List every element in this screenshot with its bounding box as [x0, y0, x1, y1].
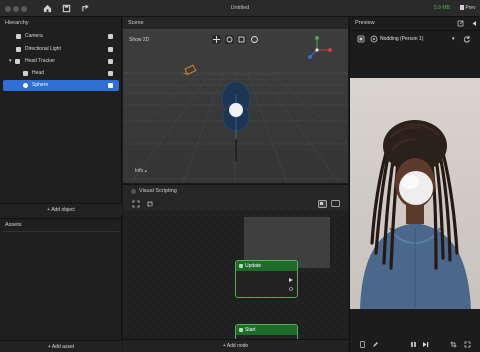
visibility-checkbox[interactable] [108, 71, 113, 76]
preview-video-selected: Nodding (Person 1) [380, 36, 424, 42]
node-graph-icon [131, 189, 136, 194]
local-world-toggle[interactable] [250, 35, 259, 44]
node-title: Start [245, 327, 256, 333]
world-icon [251, 36, 258, 43]
visibility-checkbox[interactable] [108, 47, 113, 52]
hierarchy-item-head-tracker[interactable]: ▾ Head Tracker [0, 56, 122, 67]
hierarchy-item-camera[interactable]: Camera [0, 31, 122, 42]
visibility-checkbox[interactable] [108, 83, 113, 88]
title-bar: Untitled 5.9 MB Prev [0, 0, 480, 17]
move-tool-button[interactable] [212, 35, 221, 44]
tracker-icon [15, 59, 20, 64]
preview-video-frame [350, 78, 480, 309]
visual-scripting-header: Visual Scripting [123, 184, 348, 197]
scene-viewport[interactable]: Show 2D Info ▴ [123, 29, 348, 183]
hierarchy-item-sphere[interactable]: Sphere [3, 80, 119, 91]
window-title: Untitled [230, 5, 250, 11]
camera-flip-icon[interactable] [370, 35, 378, 43]
event-icon [239, 264, 243, 268]
axis-gizmo[interactable] [304, 35, 334, 65]
add-node-button[interactable]: + Add node [123, 339, 348, 352]
visibility-checkbox[interactable] [108, 59, 113, 64]
divider [3, 231, 119, 232]
edit-icon[interactable] [372, 341, 379, 348]
preview-button[interactable]: Prev [460, 5, 476, 11]
rotate-tool-button[interactable] [225, 35, 234, 44]
hierarchy-item-label: Camera [25, 33, 43, 39]
hierarchy-item-label: Sphere [32, 82, 49, 88]
sphere-icon [23, 83, 28, 88]
minimap-icon[interactable] [318, 200, 327, 208]
event-icon [239, 328, 243, 332]
scale-tool-button[interactable] [237, 35, 246, 44]
add-object-button[interactable]: + Add object [0, 203, 122, 215]
divider [350, 30, 480, 31]
reset-view-icon[interactable] [146, 200, 154, 208]
assets-title: Assets [5, 222, 22, 228]
head-icon [23, 71, 28, 76]
node-start[interactable]: Start [235, 324, 298, 339]
move-icon [213, 36, 220, 43]
visual-scripting-toolbar [123, 197, 348, 211]
preview-video-select[interactable]: Nodding (Person 1) ▾ [380, 35, 458, 44]
scale-icon [238, 36, 245, 43]
camera-icon [16, 34, 21, 39]
assets-panel: Assets + Add asset [0, 218, 122, 352]
crop-icon[interactable] [450, 341, 457, 348]
info-label: Info [135, 168, 144, 174]
memory-readout: 5.9 MB [434, 5, 450, 11]
popout-icon[interactable] [457, 20, 464, 27]
person-image [360, 120, 471, 309]
hierarchy-item-head[interactable]: Head [0, 68, 122, 79]
hierarchy-title: Hierarchy [5, 20, 29, 26]
chevron-down-icon: ▾ [452, 36, 455, 42]
scene-header: Scene [123, 17, 348, 29]
step-forward-icon[interactable] [422, 341, 429, 348]
sphere-object[interactable] [229, 103, 243, 117]
visibility-checkbox[interactable] [108, 34, 113, 39]
preview-panel: Preview Nodding (Person 1) ▾ [349, 17, 480, 352]
hierarchy-item-label: Head [32, 70, 44, 76]
comment-icon[interactable] [331, 200, 340, 208]
light-icon [16, 47, 21, 52]
scene-title: Scene [128, 20, 144, 26]
preview-button-label: Prev [465, 5, 476, 11]
preview-title: Preview [355, 20, 375, 26]
value-output-port[interactable] [289, 287, 293, 291]
chevron-up-icon: ▴ [144, 168, 147, 173]
expand-arrow-icon[interactable]: ▾ [9, 56, 12, 67]
collapse-panel-icon[interactable] [470, 20, 477, 27]
info-toggle[interactable]: Info ▴ [135, 168, 147, 174]
node-update[interactable]: Update [235, 260, 298, 298]
add-asset-button[interactable]: + Add asset [0, 340, 122, 352]
hierarchy-item-label: Head Tracker [25, 58, 56, 64]
fullscreen-icon[interactable] [464, 341, 471, 348]
device-icon [460, 5, 464, 10]
device-frame-icon[interactable] [357, 35, 365, 43]
pause-icon[interactable] [410, 341, 417, 348]
hierarchy-item-label: Directional Light [25, 46, 61, 52]
hierarchy-panel: Hierarchy Camera Directional Light ▾ Hea… [0, 17, 122, 218]
show-2d-toggle[interactable]: Show 2D [129, 37, 149, 43]
node-graph-canvas[interactable]: Update Start [123, 211, 348, 339]
rotate-icon [226, 36, 233, 43]
fit-view-icon[interactable] [132, 200, 140, 208]
node-title: Update [245, 263, 262, 269]
hierarchy-item-directional-light[interactable]: Directional Light [0, 44, 122, 55]
preview-controls [350, 337, 480, 352]
restart-icon[interactable] [463, 35, 471, 43]
phone-icon[interactable] [359, 341, 366, 348]
visual-scripting-title: Visual Scripting [139, 188, 177, 194]
exec-output-port[interactable] [289, 278, 293, 282]
